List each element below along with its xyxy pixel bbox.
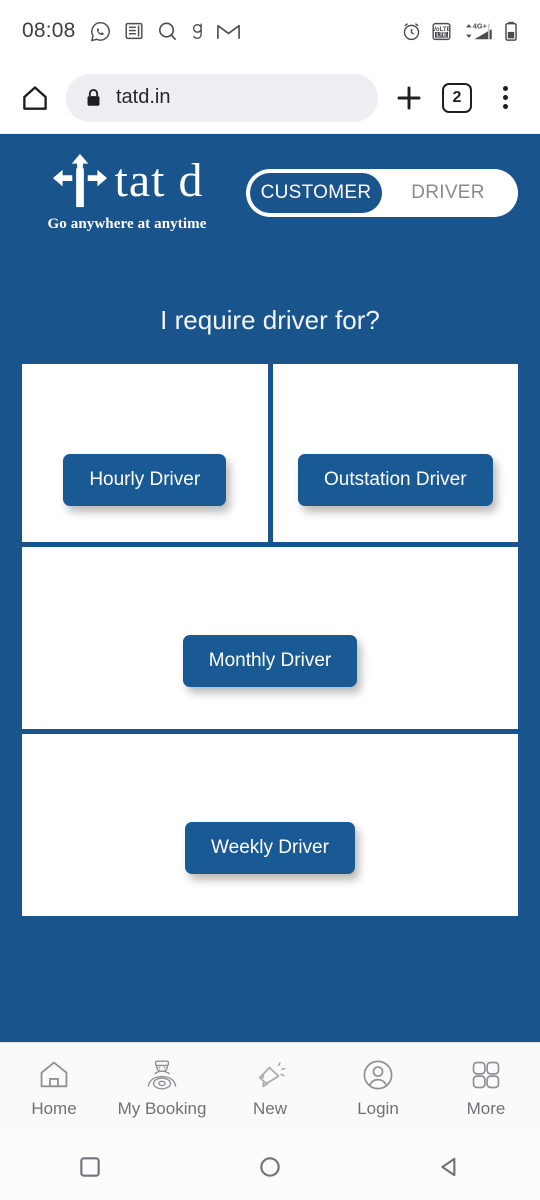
news-icon (125, 22, 143, 40)
nav-item-my-booking[interactable]: My Booking (108, 1058, 216, 1119)
role-toggle-customer[interactable]: CUSTOMER (250, 172, 382, 213)
status-bar: 08:08 VoLTE LTE 4G+ (0, 0, 540, 62)
role-toggle-driver[interactable]: DRIVER (382, 173, 514, 213)
tab-switcher-button[interactable]: 2 (440, 81, 474, 115)
tab-count-badge: 2 (442, 82, 472, 113)
svg-text:4G+: 4G+ (473, 21, 487, 30)
gmail-icon (216, 24, 240, 39)
service-card-outstation[interactable]: Outstation Driver (272, 364, 518, 542)
directional-arrows-icon (52, 153, 107, 208)
square-icon (80, 1157, 100, 1177)
search-icon (158, 22, 176, 40)
recents-button[interactable] (55, 1144, 125, 1190)
alarm-icon (403, 22, 420, 40)
volte-icon: VoLTE LTE (432, 22, 451, 40)
nav-label-my-booking: My Booking (117, 1099, 207, 1118)
lock-icon (87, 88, 100, 106)
browser-home-button[interactable] (18, 81, 52, 115)
driver-steering-wheel-icon (144, 1058, 180, 1092)
battery-icon (505, 21, 517, 41)
new-tab-button[interactable] (392, 81, 426, 115)
url-text: tatd.in (116, 86, 171, 108)
triangle-left-icon (441, 1157, 456, 1177)
status-bar-clock: 08:08 (22, 19, 76, 42)
megaphone-icon (253, 1058, 287, 1092)
goodreads-icon (192, 23, 202, 40)
plus-icon (397, 86, 421, 109)
house-icon (37, 1058, 71, 1092)
hourly-driver-button[interactable]: Hourly Driver (63, 454, 227, 506)
browser-toolbar: tatd.in 2 (0, 62, 540, 134)
page-title: I require driver for? (160, 305, 380, 335)
app-header: tat d Go anywhere at anytime CUSTOMER DR… (0, 134, 540, 233)
service-card-row-top: Hourly Driver Outstation Driver (22, 364, 518, 542)
role-toggle[interactable]: CUSTOMER DRIVER (246, 168, 518, 217)
browser-menu-button[interactable] (488, 81, 522, 115)
svg-text:LTE: LTE (436, 32, 447, 38)
circle-icon (260, 1157, 280, 1177)
brand-tagline: Go anywhere at anytime (47, 216, 207, 232)
nav-label-more: More (466, 1099, 506, 1118)
service-card-weekly[interactable]: Weekly Driver (22, 734, 518, 916)
nav-item-new[interactable]: New (216, 1058, 324, 1119)
weekly-driver-button[interactable]: Weekly Driver (185, 822, 355, 874)
brand-logo[interactable]: tat d Go anywhere at anytime (22, 152, 232, 233)
nav-item-more[interactable]: More (432, 1058, 540, 1119)
app-page: tat d Go anywhere at anytime CUSTOMER DR… (0, 134, 540, 1042)
phone-screen: 08:08 VoLTE LTE 4G+ tatd.in 2 tat d Go a… (0, 0, 540, 1200)
signal-4g-icon: 4G+ (466, 21, 492, 40)
user-circle-icon (361, 1058, 395, 1092)
house-icon (23, 85, 47, 110)
nav-label-new: New (252, 1099, 287, 1118)
outstation-driver-button[interactable]: Outstation Driver (297, 454, 493, 506)
brand-name: tat d (114, 154, 204, 207)
brand-row: tat d (51, 152, 204, 210)
grid-squares-icon (469, 1058, 503, 1092)
home-button[interactable] (235, 1144, 305, 1190)
nav-label-login: Login (357, 1099, 399, 1118)
monthly-driver-button[interactable]: Monthly Driver (182, 635, 358, 687)
nav-item-home[interactable]: Home (0, 1058, 108, 1119)
whatsapp-icon (90, 21, 110, 42)
status-bar-left: 08:08 (22, 19, 241, 43)
android-system-nav (0, 1134, 540, 1200)
more-options-icon (502, 86, 508, 109)
status-bar-right: VoLTE LTE 4G+ (401, 20, 518, 42)
bottom-navigation: Home My Booking New Login More (0, 1042, 540, 1134)
back-button[interactable] (415, 1144, 485, 1190)
service-card-hourly[interactable]: Hourly Driver (22, 364, 268, 542)
nav-label-home: Home (31, 1099, 77, 1118)
url-bar[interactable]: tatd.in (66, 73, 378, 122)
service-card-grid: Hourly Driver Outstation Driver Monthly … (0, 336, 540, 916)
service-card-monthly[interactable]: Monthly Driver (22, 547, 518, 729)
nav-item-login[interactable]: Login (324, 1058, 432, 1119)
